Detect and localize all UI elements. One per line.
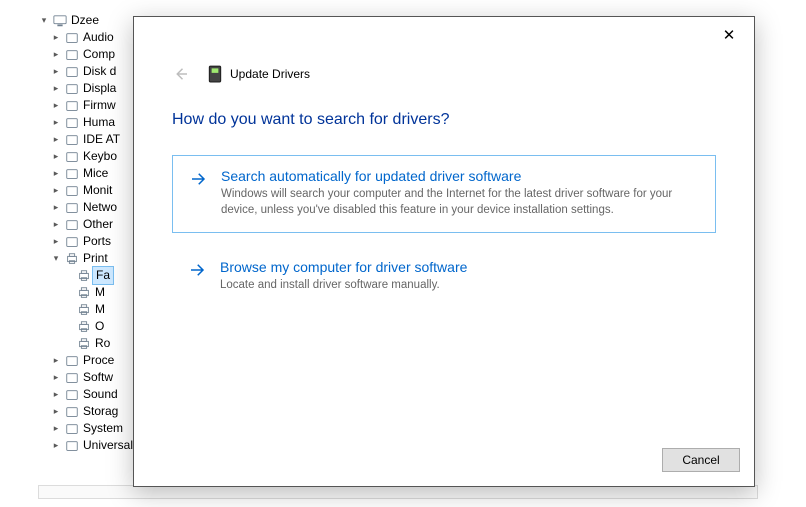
device-icon <box>64 353 80 369</box>
update-drivers-dialog: ✕ Update Drivers How do you want to sear… <box>133 16 755 487</box>
chevron-right-icon[interactable] <box>50 403 62 420</box>
dialog-footer: Cancel <box>134 438 754 486</box>
dialog-title: Update Drivers <box>230 67 310 81</box>
tree-item-label: O <box>95 318 104 335</box>
printer-icon <box>76 319 92 335</box>
tree-item-label: Monit <box>83 182 112 199</box>
device-icon <box>64 217 80 233</box>
tree-item-label: Firmw <box>83 97 116 114</box>
chevron-right-icon[interactable] <box>50 437 62 454</box>
option-title: Search automatically for updated driver … <box>221 168 699 184</box>
option-search-automatically[interactable]: Search automatically for updated driver … <box>172 155 716 233</box>
tree-item-label: Other <box>83 216 113 233</box>
device-icon <box>64 115 80 131</box>
device-icon <box>64 98 80 114</box>
chevron-right-icon[interactable] <box>50 352 62 369</box>
dialog-heading: How do you want to search for drivers? <box>172 111 716 129</box>
device-icon <box>64 200 80 216</box>
device-icon <box>64 234 80 250</box>
device-icon <box>64 30 80 46</box>
tree-item-label: System <box>83 420 123 437</box>
dialog-header: Update Drivers <box>134 17 754 87</box>
arrow-right-icon <box>188 259 206 293</box>
arrow-right-icon <box>189 168 207 218</box>
chevron-right-icon[interactable] <box>50 165 62 182</box>
printer-icon <box>64 251 80 267</box>
printer-icon <box>76 336 92 352</box>
tree-item-label: M <box>95 284 105 301</box>
tree-item-label: Softw <box>83 369 113 386</box>
device-icon <box>64 81 80 97</box>
tree-item-label: Audio <box>83 29 114 46</box>
chevron-down-icon[interactable] <box>50 250 62 267</box>
tree-item-label: Ports <box>83 233 111 250</box>
printer-icon <box>76 268 92 284</box>
device-icon <box>206 65 224 83</box>
arrow-left-icon <box>172 65 190 83</box>
close-button[interactable]: ✕ <box>710 23 748 47</box>
tree-item-label: Storag <box>83 403 118 420</box>
chevron-right-icon[interactable] <box>50 63 62 80</box>
device-icon <box>64 387 80 403</box>
status-bar <box>38 485 758 499</box>
chevron-right-icon[interactable] <box>50 131 62 148</box>
option-description: Locate and install driver software manua… <box>220 277 700 293</box>
chevron-right-icon[interactable] <box>50 199 62 216</box>
tree-item-label: M <box>95 301 105 318</box>
tree-item-label: Keybo <box>83 148 117 165</box>
chevron-down-icon[interactable] <box>38 12 50 29</box>
tree-item-label: Fa <box>92 266 114 285</box>
cancel-button[interactable]: Cancel <box>662 448 740 472</box>
chevron-right-icon[interactable] <box>50 369 62 386</box>
back-button[interactable] <box>168 61 194 87</box>
device-icon <box>64 404 80 420</box>
option-description: Windows will search your computer and th… <box>221 186 699 218</box>
tree-item-label: Displa <box>83 80 116 97</box>
device-icon <box>64 370 80 386</box>
tree-item-label: Print <box>83 250 108 267</box>
device-icon <box>64 47 80 63</box>
printer-icon <box>76 285 92 301</box>
chevron-right-icon[interactable] <box>50 114 62 131</box>
chevron-right-icon[interactable] <box>50 148 62 165</box>
tree-item-label: Netwo <box>83 199 117 216</box>
chevron-right-icon[interactable] <box>50 420 62 437</box>
chevron-right-icon[interactable] <box>50 233 62 250</box>
chevron-right-icon[interactable] <box>50 80 62 97</box>
tree-item-label: IDE AT <box>83 131 120 148</box>
tree-item-label: Universal <box>83 437 133 454</box>
tree-item-label: Comp <box>83 46 115 63</box>
device-icon <box>64 166 80 182</box>
chevron-right-icon[interactable] <box>50 29 62 46</box>
option-title: Browse my computer for driver software <box>220 259 700 275</box>
tree-root-label: Dzee <box>71 12 99 29</box>
tree-item-label: Ro <box>95 335 110 352</box>
chevron-right-icon[interactable] <box>50 46 62 63</box>
device-icon <box>64 132 80 148</box>
printer-icon <box>76 302 92 318</box>
chevron-right-icon[interactable] <box>50 182 62 199</box>
device-icon <box>64 64 80 80</box>
dialog-body: How do you want to search for drivers? S… <box>134 87 754 438</box>
tree-item-label: Sound <box>83 386 118 403</box>
device-icon <box>64 421 80 437</box>
tree-item-label: Mice <box>83 165 108 182</box>
chevron-right-icon[interactable] <box>50 386 62 403</box>
chevron-right-icon[interactable] <box>50 97 62 114</box>
device-icon <box>64 183 80 199</box>
tree-item-label: Huma <box>83 114 115 131</box>
computer-icon <box>52 13 68 29</box>
tree-item-label: Disk d <box>83 63 116 80</box>
chevron-right-icon[interactable] <box>50 216 62 233</box>
option-browse-computer[interactable]: Browse my computer for driver software L… <box>172 255 716 293</box>
device-icon <box>64 149 80 165</box>
device-icon <box>64 438 80 454</box>
close-icon: ✕ <box>723 26 736 44</box>
tree-item-label: Proce <box>83 352 114 369</box>
